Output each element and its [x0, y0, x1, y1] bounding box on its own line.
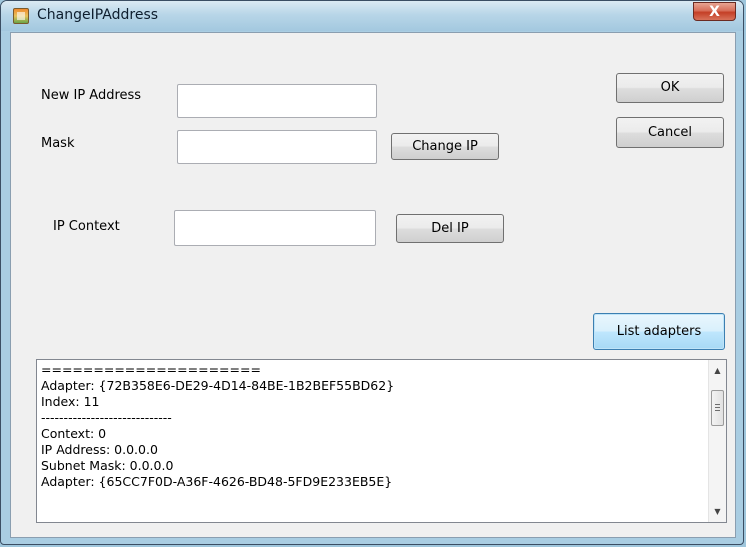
scrollbar-thumb[interactable] — [711, 390, 724, 426]
change-ip-button[interactable]: Change IP — [391, 133, 499, 160]
grip-line — [715, 407, 720, 408]
output-line: Context: 0 — [41, 426, 107, 441]
output-line: Adapter: {65CC7F0D-A36F-4626-BD48-5FD9E2… — [41, 474, 393, 489]
ok-button[interactable]: OK — [616, 73, 724, 103]
del-ip-button[interactable]: Del IP — [396, 214, 504, 243]
list-adapters-button[interactable]: List adapters — [593, 313, 725, 350]
grip-line — [715, 410, 720, 411]
mask-input[interactable] — [177, 130, 377, 164]
output-line: ===================== — [41, 362, 261, 377]
ip-context-label: IP Context — [53, 219, 120, 234]
vertical-scrollbar[interactable]: ▲ ▼ — [708, 360, 726, 522]
cancel-button[interactable]: Cancel — [616, 117, 724, 148]
app-icon — [13, 8, 29, 24]
output-line: Adapter: {72B358E6-DE29-4D14-84BE-1B2BEF… — [41, 378, 395, 393]
output-line: ----------------------------- — [41, 410, 172, 425]
title-bar[interactable]: ChangeIPAddress X — [1, 1, 743, 31]
ip-context-input[interactable] — [174, 210, 376, 246]
dialog-window: ChangeIPAddress X New IP Address Mask Ch… — [0, 0, 744, 545]
scroll-down-arrow-icon[interactable]: ▼ — [709, 503, 726, 520]
new-ip-address-input[interactable] — [177, 84, 377, 118]
close-button[interactable]: X — [693, 2, 736, 21]
adapter-output-listbox[interactable]: ===================== Adapter: {72B358E6… — [36, 359, 727, 523]
output-line: IP Address: 0.0.0.0 — [41, 442, 158, 457]
output-text-area: ===================== Adapter: {72B358E6… — [37, 360, 708, 522]
grip-line — [715, 404, 720, 405]
new-ip-address-label: New IP Address — [41, 88, 142, 103]
output-line: Index: 11 — [41, 394, 100, 409]
output-line: Subnet Mask: 0.0.0.0 — [41, 458, 174, 473]
window-title: ChangeIPAddress — [37, 7, 159, 23]
dialog-client-area: New IP Address Mask Change IP IP Context… — [10, 32, 736, 538]
mask-label: Mask — [41, 136, 75, 151]
scroll-up-arrow-icon[interactable]: ▲ — [709, 362, 726, 379]
